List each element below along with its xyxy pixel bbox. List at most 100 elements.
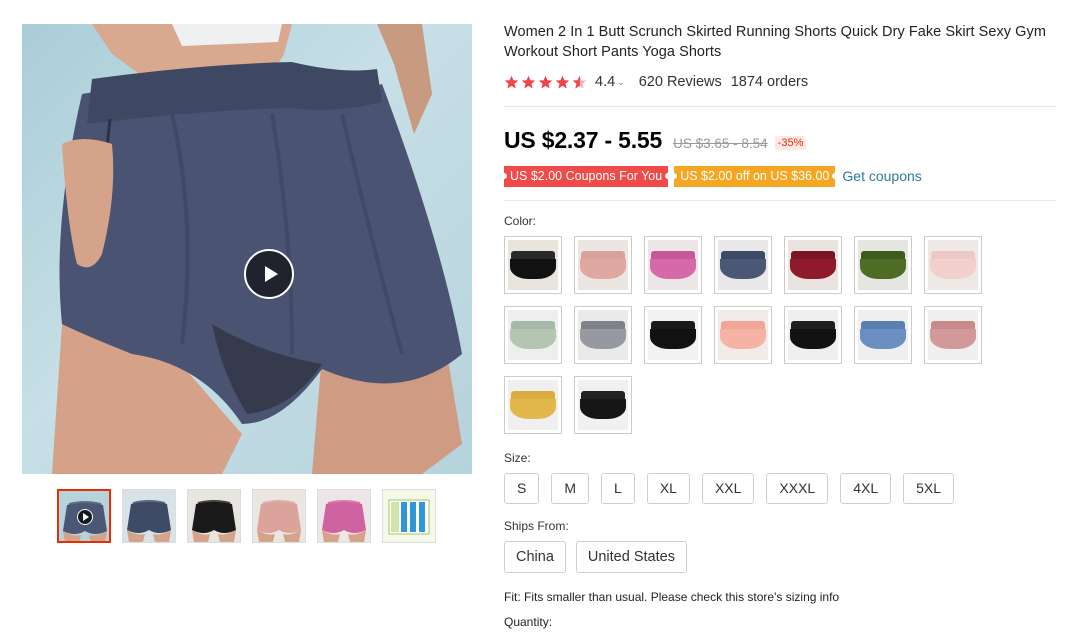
swatch-image: [578, 240, 628, 290]
color-label: Color:: [504, 214, 537, 228]
reviews-link[interactable]: 620 Reviews: [639, 74, 722, 90]
color-swatch-light-pink-shorts[interactable]: [924, 236, 982, 294]
play-video-button[interactable]: [244, 249, 294, 299]
swatch-image: [858, 310, 908, 360]
swatch-image: [928, 240, 978, 290]
thumb-video-navy[interactable]: [57, 489, 111, 543]
color-swatch-grid: [504, 236, 1056, 434]
swatch-shorts-body: [790, 259, 836, 279]
color-swatch-blue-shorts[interactable]: [854, 306, 912, 364]
play-icon: [77, 509, 93, 525]
product-title: Women 2 In 1 Butt Scrunch Skirted Runnin…: [504, 24, 1046, 60]
quantity-label: Quantity:: [504, 615, 553, 629]
product-info-panel: Women 2 In 1 Butt Scrunch Skirted Runnin…: [500, 22, 1056, 629]
swatch-shorts-body: [580, 329, 626, 349]
color-swatch-wine-red-shorts[interactable]: [784, 236, 842, 294]
thumbnail-strip: [57, 489, 436, 543]
size-option[interactable]: M: [551, 473, 590, 504]
star-icon: [504, 75, 519, 88]
size-label: Size:: [504, 451, 531, 465]
color-swatch-grey-shorts[interactable]: [574, 306, 632, 364]
swatch-shorts-body: [510, 399, 556, 419]
color-swatch-sage-green-shorts[interactable]: [504, 306, 562, 364]
play-icon: [264, 266, 278, 282]
coupons-row: US $2.00 Coupons For You US $2.00 off on…: [500, 165, 1056, 187]
original-price: US $3.65 - 8.54: [673, 136, 768, 151]
store-coupon-badge[interactable]: US $2.00 Coupons For You: [500, 165, 672, 187]
swatch-image: [928, 310, 978, 360]
swatch-shorts-body: [720, 259, 766, 279]
thumb-size-chart[interactable]: [382, 489, 436, 543]
swatch-image: [788, 240, 838, 290]
ships-from-option[interactable]: United States: [575, 541, 687, 573]
swatch-shorts-body: [860, 329, 906, 349]
size-option[interactable]: 5XL: [903, 473, 955, 504]
thumb-navy[interactable]: [122, 489, 176, 543]
swatch-image: [508, 380, 558, 430]
swatch-shorts-body: [860, 259, 906, 279]
swatch-image: [578, 310, 628, 360]
product-photo-illustration: [52, 24, 462, 474]
size-option[interactable]: L: [601, 473, 635, 504]
rating-value[interactable]: 4.4: [595, 74, 615, 90]
color-swatch-black-2-shorts[interactable]: [644, 306, 702, 364]
color-swatch-peach-shorts[interactable]: [714, 306, 772, 364]
size-options: S M L XL XXL XXXL 4XL 5XL: [504, 473, 1056, 504]
orders-count: 1874 orders: [730, 74, 809, 90]
ships-from-label: Ships From:: [504, 519, 569, 533]
price-row: US $2.37 - 5.55 US $3.65 - 8.54 -35%: [504, 127, 1056, 155]
swatch-image: [788, 310, 838, 360]
size-option[interactable]: XXXL: [766, 473, 829, 504]
swatch-shorts-body: [580, 399, 626, 419]
swatch-image: [718, 240, 768, 290]
size-option[interactable]: XXL: [701, 473, 755, 504]
swatch-image: [508, 310, 558, 360]
color-swatch-black-3-shorts[interactable]: [784, 306, 842, 364]
ships-from-option[interactable]: China: [504, 541, 566, 573]
color-swatch-dusty-pink-shorts[interactable]: [924, 306, 982, 364]
swatch-image: [578, 380, 628, 430]
size-option[interactable]: XL: [646, 473, 690, 504]
swatch-shorts-body: [650, 259, 696, 279]
color-swatch-black-4-shorts[interactable]: [574, 376, 632, 434]
rating-stars: [504, 75, 587, 90]
swatch-shorts-body: [510, 329, 556, 349]
half-star-icon: [572, 75, 587, 88]
main-product-image[interactable]: [22, 24, 472, 474]
thumb-pink[interactable]: [252, 489, 306, 543]
swatch-shorts-body: [650, 329, 696, 349]
divider: [504, 106, 1056, 107]
swatch-shorts-body: [930, 259, 976, 279]
swatch-image: [718, 310, 768, 360]
swatch-shorts-body: [790, 329, 836, 349]
swatch-image: [508, 240, 558, 290]
color-swatch-pink-shorts[interactable]: [574, 236, 632, 294]
off-coupon-badge[interactable]: US $2.00 off on US $36.00: [671, 165, 839, 187]
swatch-shorts-body: [720, 329, 766, 349]
size-option[interactable]: S: [504, 473, 540, 504]
swatch-shorts-body: [510, 259, 556, 279]
color-swatch-rose-pink-shorts[interactable]: [644, 236, 702, 294]
swatch-image: [648, 310, 698, 360]
swatch-image: [648, 240, 698, 290]
rating-row: 4.4 ⌄ 620 Reviews 1874 orders: [504, 73, 1056, 91]
color-swatch-black-shorts[interactable]: [504, 236, 562, 294]
divider: [504, 200, 1056, 201]
fit-note: Fit: Fits smaller than usual. Please che…: [504, 590, 840, 604]
swatch-image: [858, 240, 908, 290]
color-swatch-navy-shorts[interactable]: [714, 236, 772, 294]
swatch-shorts-body: [930, 329, 976, 349]
get-coupons-link[interactable]: Get coupons: [842, 168, 921, 184]
star-icon: [555, 75, 570, 88]
discount-badge: -35%: [774, 136, 807, 150]
ships-from-options: China United States: [504, 541, 1056, 573]
thumb-rose[interactable]: [317, 489, 371, 543]
current-price: US $2.37 - 5.55: [504, 127, 663, 153]
chevron-down-icon[interactable]: ⌄: [617, 77, 625, 88]
color-swatch-army-green-shorts[interactable]: [854, 236, 912, 294]
swatch-shorts-body: [580, 259, 626, 279]
color-swatch-yellow-shorts[interactable]: [504, 376, 562, 434]
thumb-black[interactable]: [187, 489, 241, 543]
size-option[interactable]: 4XL: [840, 473, 892, 504]
star-icon: [521, 75, 536, 88]
